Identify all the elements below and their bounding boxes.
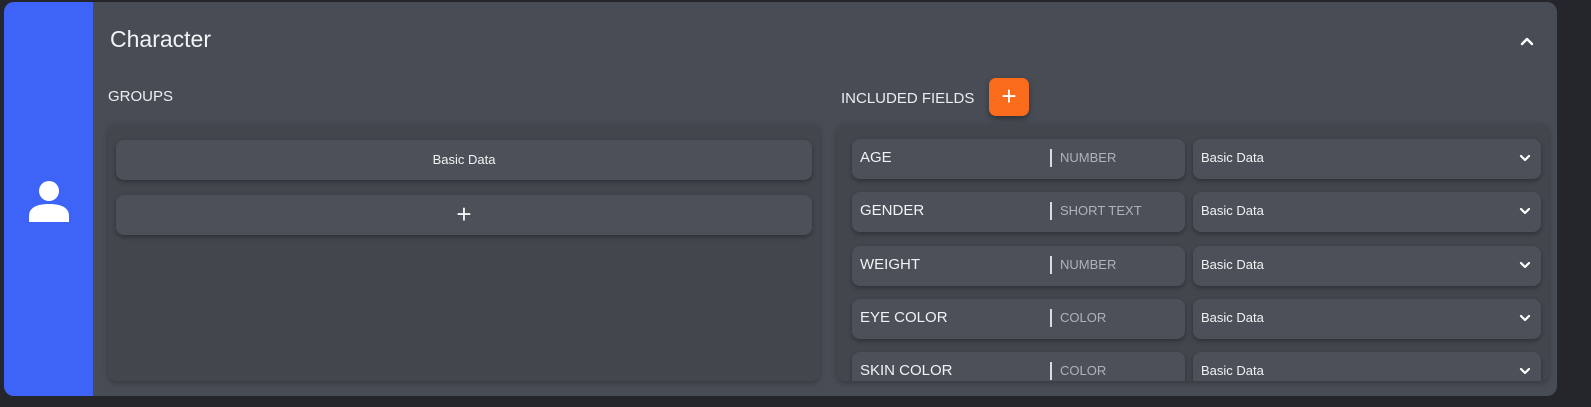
field-name: SKIN COLOR bbox=[860, 362, 953, 380]
separator bbox=[1050, 308, 1052, 327]
field-name: AGE bbox=[860, 149, 892, 166]
included-fields-label: INCLUDED FIELDS bbox=[841, 90, 975, 107]
field-group-select[interactable]: Basic Data bbox=[1193, 245, 1541, 286]
field-row-name: EYE COLOR COLOR bbox=[852, 298, 1185, 339]
field-group-select[interactable]: Basic Data bbox=[1193, 192, 1541, 233]
field-row-name: AGE NUMBER bbox=[852, 139, 1185, 179]
groups-panel: Basic Data + bbox=[108, 124, 820, 381]
selected-group: Basic Data bbox=[1201, 256, 1264, 272]
field-type: COLOR bbox=[1060, 309, 1107, 325]
field-type: NUMBER bbox=[1060, 150, 1117, 165]
group-item-basic-data[interactable]: Basic Data bbox=[116, 140, 812, 180]
field-name: EYE COLOR bbox=[860, 308, 948, 326]
selected-group: Basic Data bbox=[1201, 363, 1264, 379]
separator bbox=[1050, 149, 1052, 167]
section-title: Character bbox=[110, 26, 211, 52]
field-type: SHORT TEXT bbox=[1060, 203, 1142, 219]
chevron-down-icon bbox=[1519, 314, 1531, 321]
field-row-name: GENDER SHORT TEXT bbox=[852, 192, 1185, 233]
section-sidebar bbox=[4, 2, 93, 396]
user-icon bbox=[29, 181, 69, 222]
field-group-select[interactable]: Basic Data bbox=[1193, 352, 1541, 381]
chevron-down-icon bbox=[1519, 261, 1531, 268]
chevron-up-icon[interactable] bbox=[1516, 30, 1538, 52]
character-section: Character GROUPS INCLUDED FIELDS + Basic… bbox=[4, 2, 1557, 396]
separator bbox=[1050, 202, 1052, 221]
separator bbox=[1050, 362, 1052, 381]
selected-group: Basic Data bbox=[1201, 309, 1264, 325]
field-row-name: WEIGHT NUMBER bbox=[852, 245, 1185, 286]
chevron-down-icon bbox=[1519, 154, 1531, 162]
chevron-down-icon bbox=[1519, 208, 1531, 215]
add-group-button[interactable]: + bbox=[116, 195, 812, 235]
field-type: COLOR bbox=[1060, 363, 1107, 379]
selected-group: Basic Data bbox=[1201, 203, 1264, 219]
chevron-down-icon bbox=[1519, 368, 1531, 375]
field-name: GENDER bbox=[860, 202, 925, 220]
add-field-button[interactable]: + bbox=[989, 78, 1029, 116]
field-row-name: SKIN COLOR COLOR bbox=[852, 352, 1185, 381]
selected-group: Basic Data bbox=[1201, 150, 1264, 165]
field-group-select[interactable]: Basic Data bbox=[1193, 298, 1541, 339]
field-type: NUMBER bbox=[1060, 256, 1117, 272]
groups-label: GROUPS bbox=[108, 88, 174, 105]
separator bbox=[1050, 255, 1052, 274]
field-group-select[interactable]: Basic Data bbox=[1193, 139, 1541, 179]
field-name: WEIGHT bbox=[860, 255, 920, 273]
fields-panel: AGE NUMBER Basic Data GENDER SHORT TEXT Basic… bbox=[837, 124, 1549, 381]
